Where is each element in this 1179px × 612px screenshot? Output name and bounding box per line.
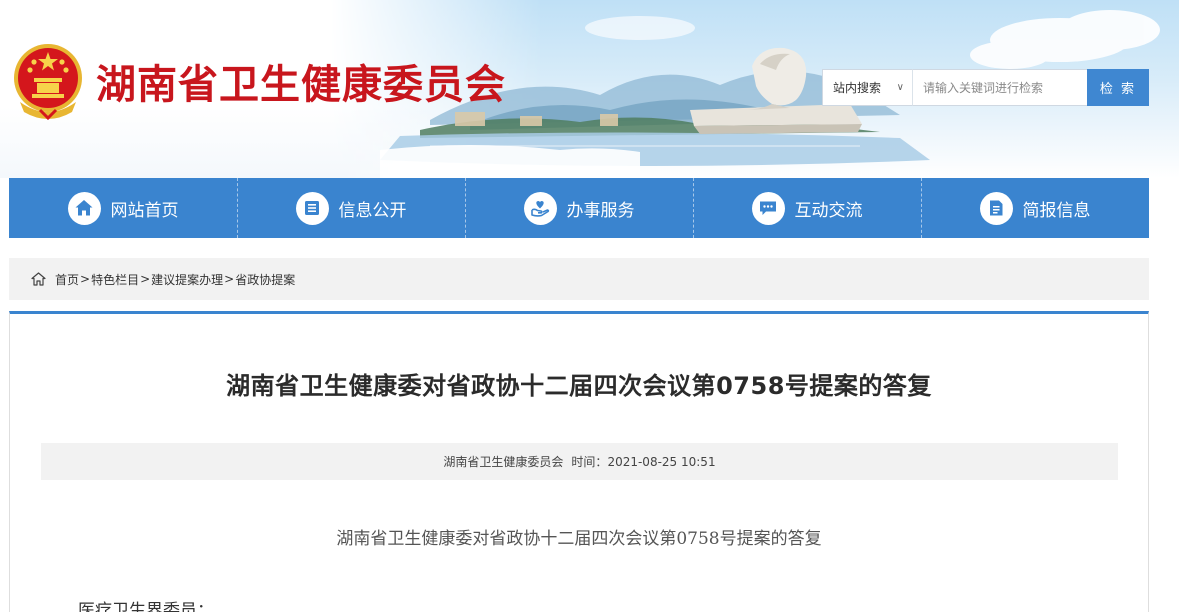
nav-item-label: 办事服务: [566, 200, 635, 221]
search-bar: 站内搜索 ∨ 检 索: [822, 69, 1149, 106]
search-scope-select[interactable]: 站内搜索 ∨: [822, 69, 913, 106]
nav-item-services[interactable]: 办事服务: [465, 178, 693, 238]
nav-item-label: 网站首页: [110, 200, 179, 221]
search-button[interactable]: 检 索: [1087, 69, 1149, 106]
article-meta: 湖南省卫生健康委员会 时间：2021-08-25 10:51: [41, 443, 1118, 480]
article-panel: 湖南省卫生健康委对省政协十二届四次会议第0758号提案的答复 湖南省卫生健康委员…: [9, 311, 1149, 612]
nav-item-label: 简报信息: [1022, 200, 1091, 221]
nav-item-interaction[interactable]: 互动交流: [693, 178, 921, 238]
nav-item-briefings[interactable]: 简报信息: [921, 178, 1149, 238]
nav-item-info-disclosure[interactable]: 信息公开: [237, 178, 465, 238]
time-value: 2021-08-25 10:51: [607, 455, 716, 469]
breadcrumb-link-proposals[interactable]: 建议提案办理: [151, 271, 223, 288]
document-list-icon: [295, 191, 329, 225]
national-emblem-icon: [14, 44, 82, 120]
nav-item-label: 信息公开: [338, 200, 407, 221]
breadcrumb-separator: >: [80, 272, 91, 286]
search-scope-label: 站内搜索: [833, 81, 882, 95]
main-nav: 网站首页 信息公开 办事服务 互动交流 简报信息: [9, 178, 1149, 238]
chevron-down-icon: ∨: [896, 82, 904, 93]
nav-item-label: 互动交流: [794, 200, 863, 221]
article-body-heading: 湖南省卫生健康委对省政协十二届四次会议第0758号提案的答复: [336, 529, 822, 549]
search-input[interactable]: [913, 69, 1087, 106]
home-outline-icon: [31, 272, 46, 286]
breadcrumb-link-cppcc-proposals[interactable]: 省政协提案: [235, 271, 295, 288]
site-title[interactable]: 湖南省卫生健康委员会: [96, 52, 506, 110]
chat-bubble-icon: [751, 191, 785, 225]
breadcrumb-separator: >: [224, 272, 235, 286]
breadcrumb-link-home[interactable]: 首页: [55, 271, 79, 288]
breadcrumb-separator: >: [140, 272, 151, 286]
article-salutation: 医疗卫生界委员：: [78, 601, 214, 612]
heart-hand-icon: [523, 191, 557, 225]
nav-item-home[interactable]: 网站首页: [9, 178, 237, 238]
breadcrumb-link-featured[interactable]: 特色栏目: [91, 271, 139, 288]
article-source: 湖南省卫生健康委员会: [443, 455, 564, 469]
home-icon: [67, 191, 101, 225]
breadcrumb: 首页 > 特色栏目 > 建议提案办理 > 省政协提案: [9, 258, 1149, 300]
article-title: 湖南省卫生健康委对省政协十二届四次会议第0758号提案的答复: [226, 372, 932, 400]
article-time: 时间：2021-08-25 10:51: [571, 453, 715, 470]
report-icon: [979, 191, 1013, 225]
time-label: 时间：: [571, 455, 608, 469]
header-banner: 湖南省卫生健康委员会 站内搜索 ∨ 检 索: [0, 0, 1179, 178]
